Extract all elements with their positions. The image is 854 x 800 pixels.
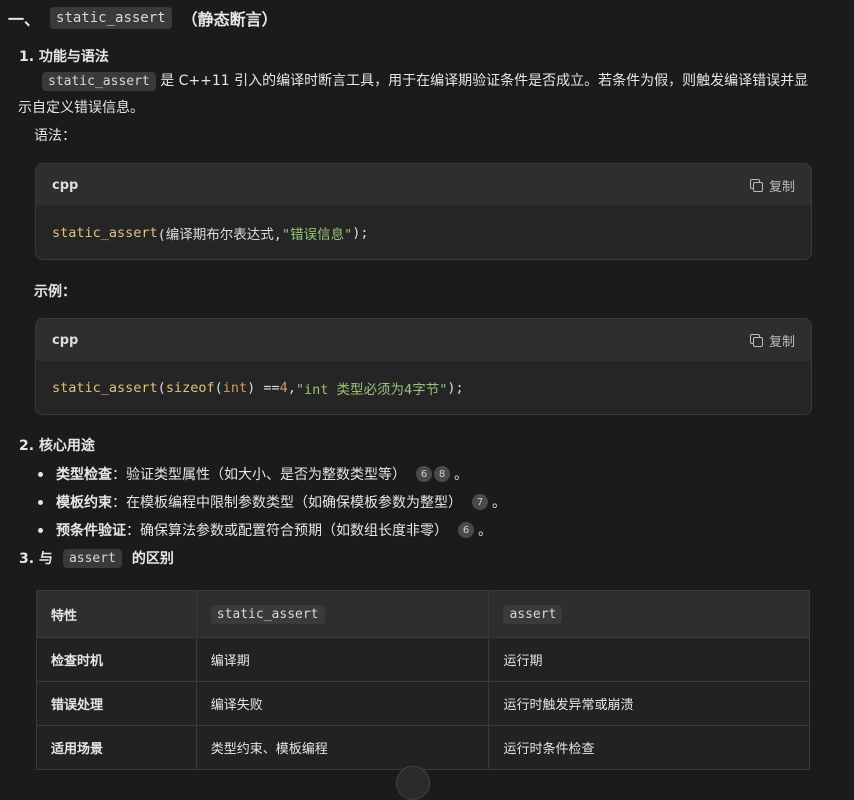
code-block-header: cpp 复制 [36,164,811,206]
item-text: ：验证类型属性（如大小、是否为整数类型等） [112,467,406,483]
item-end: 。 [478,523,492,539]
table-cell: 编译期 [195,637,490,682]
code-close: ); [447,379,464,396]
table-row: 错误处理 编译失败 运行时触发异常或崩溃 [36,681,810,726]
list-item: 类型检查 ：验证类型属性（如大小、是否为整数类型等） 6 8 。 [38,460,506,488]
section3-title-pre: 3. 与 [19,551,53,567]
code-op: ) == [247,379,280,396]
code-fn: static_assert [52,224,158,241]
code-comma: , [287,379,296,396]
example-label-text: 示例： [34,284,76,300]
section3-title-post: 的区别 [131,551,174,567]
citation-badge[interactable]: 7 [472,494,488,510]
code-close: ); [352,224,369,241]
code-content: static_assert (编译期布尔表达式, "错误信息"); [36,206,811,259]
code-string: "错误信息" [281,226,353,243]
bullet-icon [38,471,43,477]
item-end: 。 [454,467,468,483]
copy-icon [749,333,763,347]
section2-title: 2. 核心用途 [19,435,95,455]
header-code: assert [503,604,563,624]
code-keyword: int [222,379,248,396]
section3-title: 3. 与 assert 的区别 [19,548,174,568]
table-cell: 适用场景 [36,725,197,770]
table-cell: 类型约束、模板编程 [195,725,490,770]
bullet-icon [38,527,43,533]
heading-code: static_assert [50,7,172,29]
section2-title-text: 2. 核心用途 [19,438,95,454]
item-end: 。 [492,495,506,511]
item-bold: 类型检查 [56,467,112,483]
item-text: ：确保算法参数或配置符合预期（如数组长度非零） [126,523,448,539]
list-item: 模板约束 ：在模板编程中限制参数类型（如确保模板参数为整型） 7 。 [38,488,506,516]
code-fn-sizeof: sizeof [165,379,215,396]
code-block-header: cpp 复制 [36,319,811,361]
usage-list: 类型检查 ：验证类型属性（如大小、是否为整数类型等） 6 8 。 模板约束 ：在… [38,460,506,544]
heading-prefix: 一、 [8,10,41,29]
section1-title-text: 1. 功能与语法 [19,49,109,65]
code-args: (编译期布尔表达式, [157,226,282,243]
table-header: assert [488,590,810,638]
copy-button[interactable]: 复制 [749,331,795,350]
table-cell: 编译失败 [195,681,490,726]
table-cell: 错误处理 [36,681,197,726]
page-heading: 一、 static_assert （静态断言） [8,6,278,30]
section1-title: 1. 功能与语法 [19,46,109,66]
code-lang-label: cpp [52,177,79,193]
code-paren: ( [214,379,223,396]
heading-suffix: （静态断言） [181,10,278,29]
code-content: static_assert(sizeof(int) == 4, "int 类型必… [36,361,811,414]
desc-inline-code: static_assert [42,72,156,91]
table-cell: 运行时条件检查 [488,725,810,770]
code-number: 4 [279,379,288,396]
section1-description: static_assert 是 C++11 引入的编译时断言工具，用于在编译期验… [18,68,818,122]
scroll-down-button[interactable] [396,766,430,800]
list-item: 预条件验证 ：确保算法参数或配置符合预期（如数组长度非零） 6 。 [38,516,506,544]
copy-label: 复制 [768,179,795,195]
code-fn: static_assert [52,379,158,396]
item-bold: 模板约束 [56,495,112,511]
table-row: 检查时机 编译期 运行期 [36,637,810,682]
copy-icon [749,178,763,192]
section3-title-code: assert [62,548,122,568]
code-paren: ( [157,379,166,396]
table-row: 适用场景 类型约束、模板编程 运行时条件检查 [36,725,810,770]
code-string: "int 类型必须为4字节" [295,381,448,398]
item-text: ：在模板编程中限制参数类型（如确保模板参数为整型） [112,495,462,511]
copy-button[interactable]: 复制 [749,176,795,195]
table-cell: 运行时触发异常或崩溃 [488,681,810,726]
table-header: 特性 [36,590,197,638]
table-header: static_assert [195,590,490,638]
code-block-syntax: cpp 复制 static_assert (编译期布尔表达式, "错误信息"); [35,163,812,260]
comparison-table: 特性 static_assert assert 检查时机 编译期 运行期 错误处… [36,590,810,770]
table-cell: 运行期 [488,637,810,682]
table-cell: 检查时机 [36,637,197,682]
header-code: static_assert [210,604,325,624]
copy-label: 复制 [768,334,795,350]
code-lang-label: cpp [52,332,79,348]
citation-badge[interactable]: 6 [458,522,474,538]
table-header-row: 特性 static_assert assert [36,590,810,638]
citation-badge[interactable]: 8 [434,466,450,482]
item-bold: 预条件验证 [56,523,126,539]
syntax-label: 语法： [34,128,76,144]
bullet-icon [38,499,43,505]
code-block-example: cpp 复制 static_assert(sizeof(int) == 4, "… [35,318,812,415]
citation-badge[interactable]: 6 [416,466,432,482]
example-label: 示例： [34,281,76,301]
